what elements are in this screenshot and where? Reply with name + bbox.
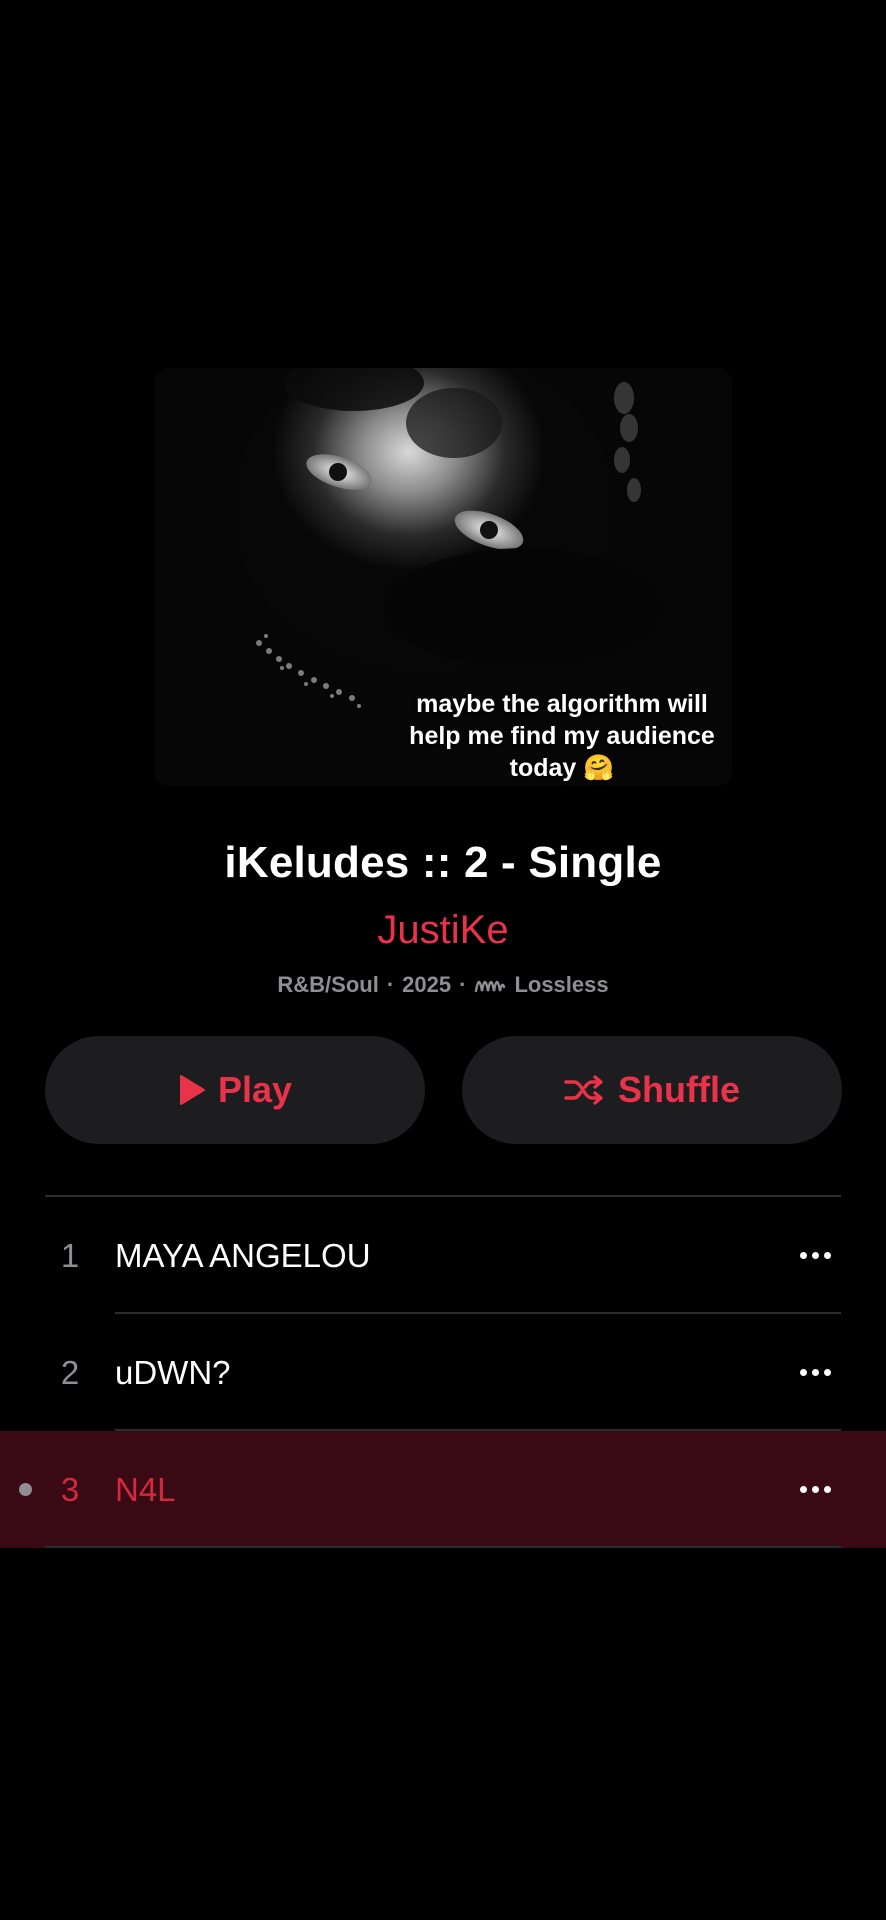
album-meta: R&B/Soul · 2025 · Lossless (0, 972, 886, 998)
now-playing-indicator-icon (19, 1483, 32, 1496)
track-number: 3 (60, 1471, 80, 1508)
year-label: 2025 (402, 972, 452, 997)
track-title: N4L (115, 1471, 176, 1508)
more-options-icon[interactable] (800, 1197, 831, 1314)
meta-separator: · (459, 972, 467, 997)
track-list: 1 MAYA ANGELOU 2 uDWN? 3 N4L (0, 1197, 886, 1548)
track-title: uDWN? (115, 1354, 231, 1391)
shuffle-button[interactable]: Shuffle (462, 1036, 842, 1144)
track-title: MAYA ANGELOU (115, 1237, 371, 1274)
lossless-label: Lossless (514, 972, 609, 997)
shuffle-button-label: Shuffle (618, 1069, 740, 1110)
track-row[interactable]: 1 MAYA ANGELOU (0, 1197, 886, 1314)
lossless-icon (474, 975, 506, 995)
video-caption-overlay: maybe the algorithm will help me find my… (409, 690, 715, 782)
more-options-icon[interactable] (800, 1314, 831, 1431)
shuffle-icon (564, 1074, 606, 1106)
track-row-now-playing[interactable]: 3 N4L (0, 1431, 886, 1548)
play-button[interactable]: Play (45, 1036, 425, 1144)
artist-link[interactable]: JustiKe (0, 908, 886, 953)
meta-separator: · (386, 972, 395, 997)
album-title: iKeludes :: 2 - Single (224, 838, 662, 887)
track-number: 1 (60, 1237, 80, 1274)
play-icon (178, 1074, 206, 1106)
track-number: 2 (60, 1354, 80, 1391)
row-divider (45, 1546, 841, 1548)
genre-label: R&B/Soul (277, 972, 379, 997)
play-button-label: Play (217, 1069, 293, 1110)
more-options-icon[interactable] (800, 1431, 831, 1548)
track-row[interactable]: 2 uDWN? (0, 1314, 886, 1431)
